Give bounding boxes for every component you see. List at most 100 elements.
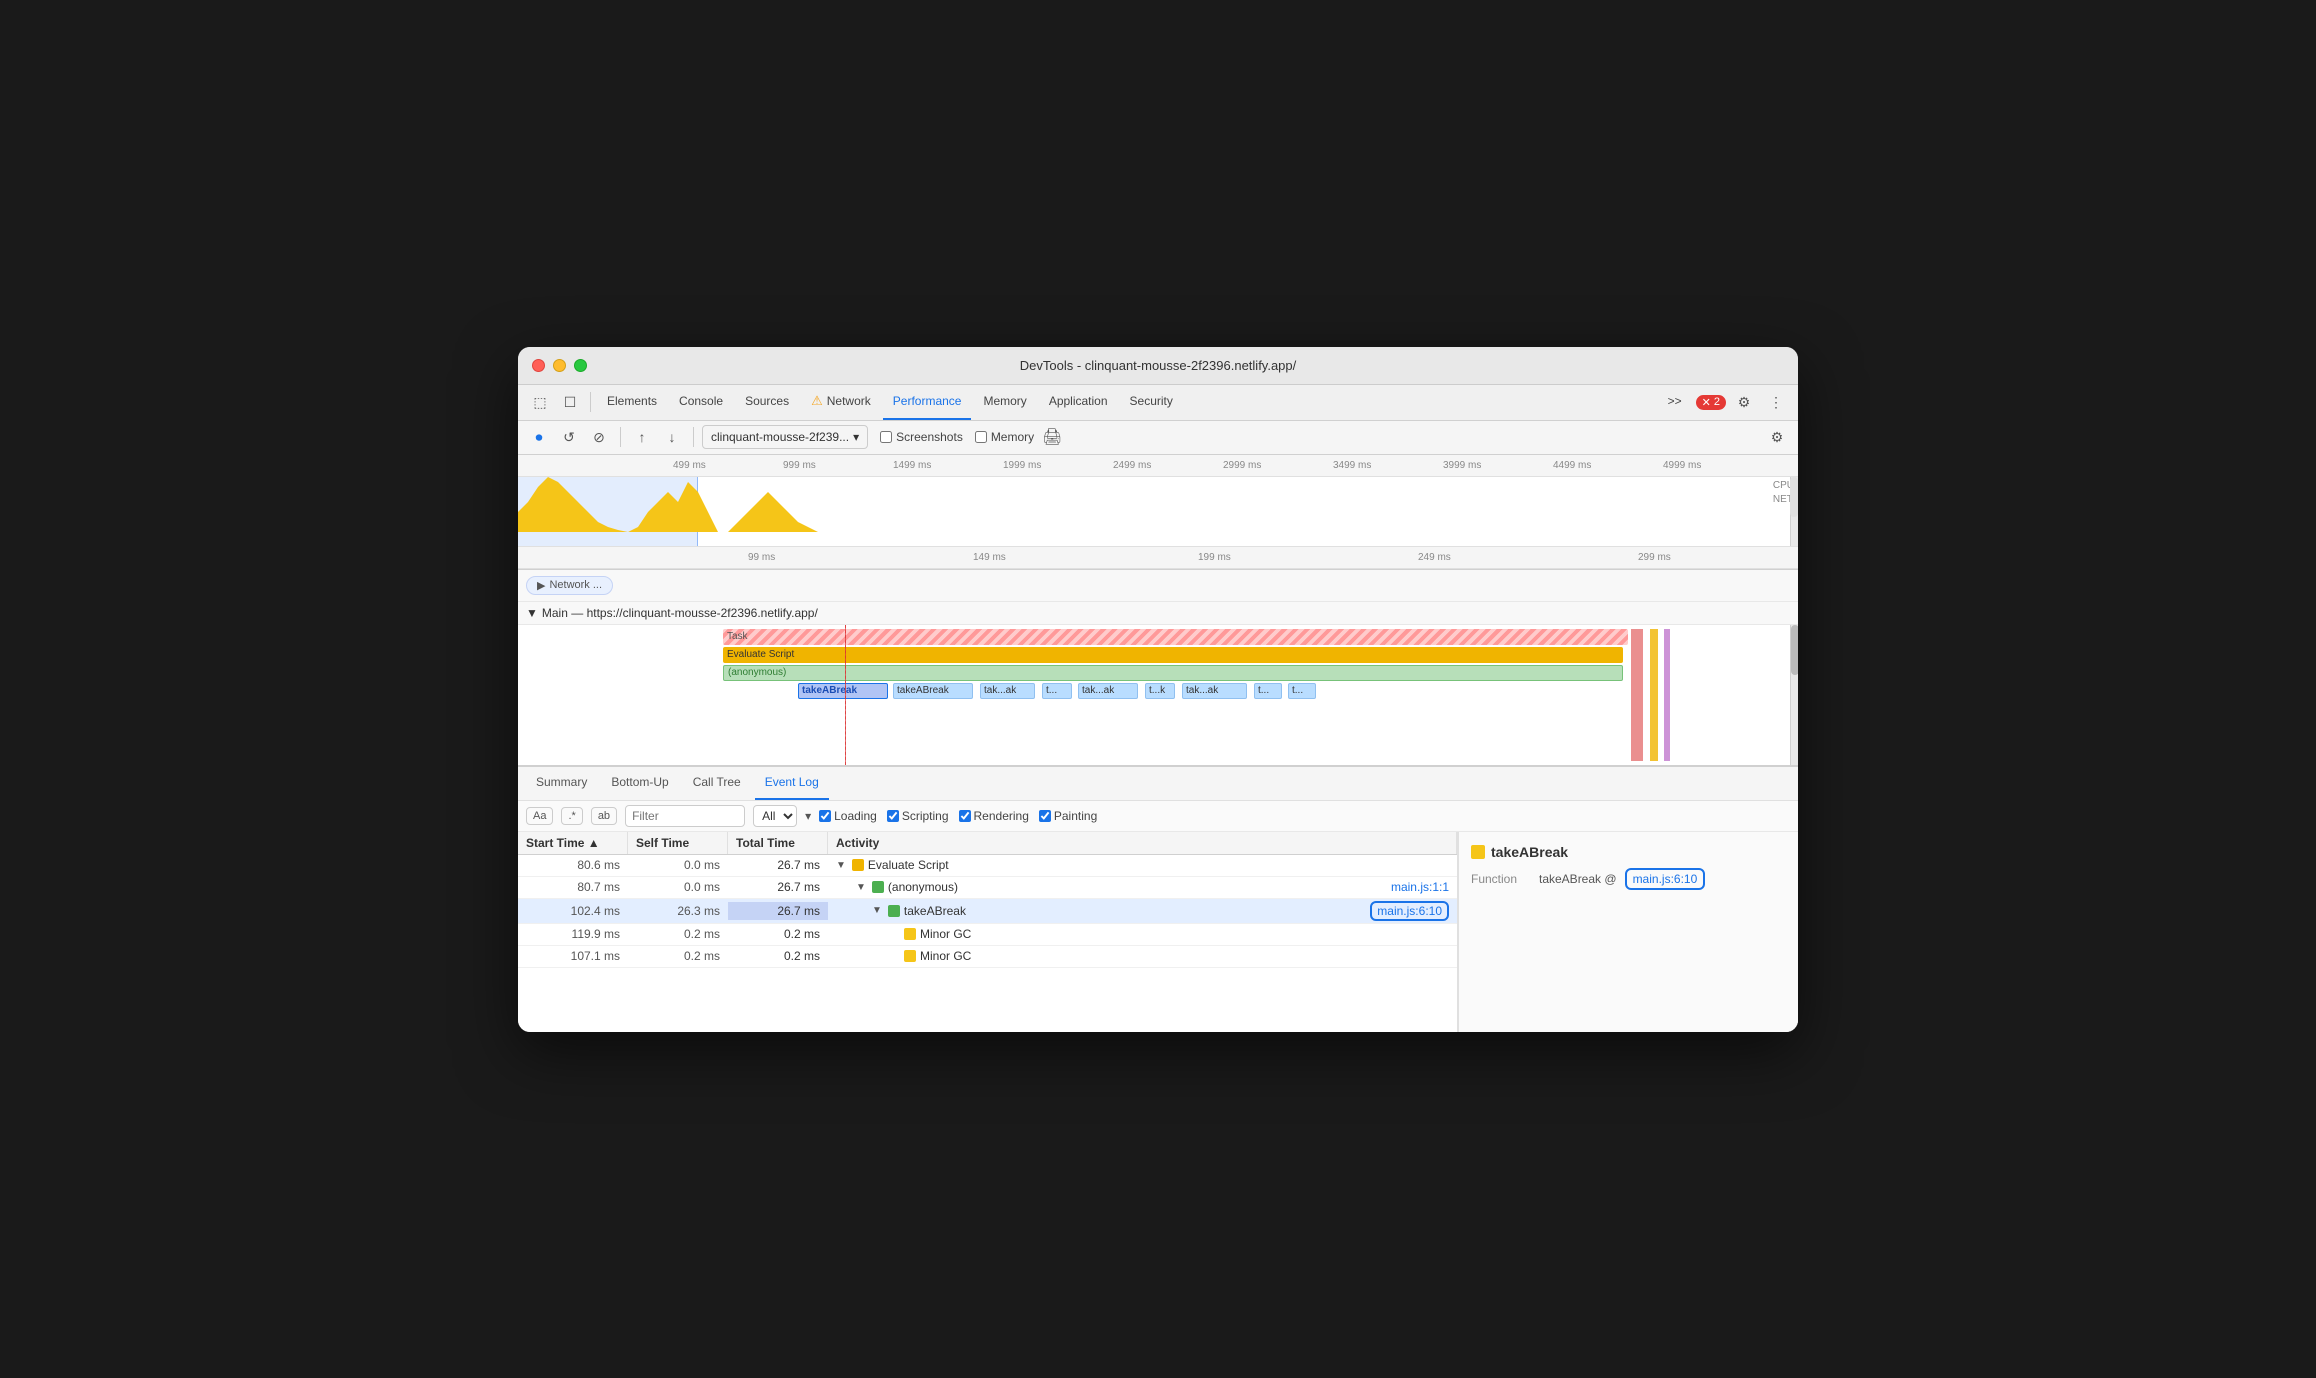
warning-icon: ⚠ — [811, 393, 823, 409]
settings-icon[interactable]: ⚙ — [1730, 388, 1758, 416]
category-chevron-icon[interactable]: ▾ — [805, 809, 811, 823]
scripting-check[interactable]: Scripting — [887, 809, 949, 823]
activity-link-1[interactable]: main.js:1:1 — [1391, 880, 1449, 894]
th-activity[interactable]: Activity — [828, 832, 1457, 854]
tab-bottom-up[interactable]: Bottom-Up — [601, 766, 678, 800]
th-total-time[interactable]: Total Time — [728, 832, 828, 854]
take-a-break-bar-5[interactable]: t...k — [1145, 683, 1175, 699]
activity-text-1: (anonymous) — [888, 880, 958, 894]
tab-sources[interactable]: Sources — [735, 384, 799, 420]
tick-4499: 4499 ms — [1553, 460, 1591, 471]
loading-check[interactable]: Loading — [819, 809, 877, 823]
rendering-check[interactable]: Rendering — [959, 809, 1029, 823]
anonymous-bar[interactable]: (anonymous) — [723, 665, 1623, 681]
performance-toolbar: ⏺ ↺ ⊘ ↑ ↓ clinquant-mousse-2f239... ▾ Sc… — [518, 421, 1798, 455]
screenshots-checkbox-label[interactable]: Screenshots — [880, 430, 963, 444]
tab-bar-label-7: t... — [1258, 685, 1269, 696]
take-a-break-bar-8[interactable]: t... — [1288, 683, 1316, 699]
tabs-right-group: >> ✕ 2 ⚙ ⋮ — [1658, 384, 1790, 420]
maximize-button[interactable] — [574, 359, 587, 372]
task-bar[interactable]: Task — [723, 629, 1628, 645]
td-total-0: 26.7 ms — [728, 856, 828, 874]
tab-elements[interactable]: Elements — [597, 384, 667, 420]
tab-security[interactable]: Security — [1120, 384, 1183, 420]
painting-checkbox[interactable] — [1039, 810, 1051, 822]
filter-input[interactable] — [625, 805, 745, 827]
tab-network[interactable]: ⚠ Network — [801, 384, 881, 420]
expand-icon-0[interactable]: ▼ — [836, 860, 846, 871]
more-options-icon[interactable]: ⋮ — [1762, 388, 1790, 416]
overview-scrollbar[interactable] — [1790, 477, 1798, 546]
tab-bar-label-0: takeABreak — [802, 685, 857, 696]
minimize-button[interactable] — [553, 359, 566, 372]
download-button[interactable]: ↓ — [659, 424, 685, 450]
clear-button[interactable]: ⊘ — [586, 424, 612, 450]
error-count: 2 — [1714, 396, 1720, 408]
expand-icon-1[interactable]: ▼ — [856, 882, 866, 893]
tab-call-tree[interactable]: Call Tree — [683, 766, 751, 800]
timeline-overview[interactable]: CPU NET — [518, 477, 1798, 547]
rendering-checkbox[interactable] — [959, 810, 971, 822]
table-row[interactable]: 80.6 ms 0.0 ms 26.7 ms ▼ Evaluate Script — [518, 855, 1457, 877]
tab-performance[interactable]: Performance — [883, 384, 972, 420]
aa-filter-btn[interactable]: Aa — [526, 807, 553, 825]
flame-scrollbar[interactable] — [1790, 625, 1798, 765]
toolbar-sep-2 — [693, 427, 694, 447]
main-expand-icon: ▼ — [526, 606, 538, 620]
network-pill[interactable]: ▶ Network ... — [526, 576, 613, 595]
url-select[interactable]: clinquant-mousse-2f239... ▾ — [702, 425, 868, 449]
memory-checkbox-label[interactable]: Memory — [975, 430, 1034, 444]
painting-check[interactable]: Painting — [1039, 809, 1097, 823]
window-title: DevTools - clinquant-mousse-2f2396.netli… — [1020, 358, 1297, 373]
table-row[interactable]: 107.1 ms 0.2 ms 0.2 ms Minor GC — [518, 946, 1457, 968]
td-self-2: 26.3 ms — [628, 902, 728, 920]
table-row[interactable]: 119.9 ms 0.2 ms 0.2 ms Minor GC — [518, 924, 1457, 946]
th-self-time[interactable]: Self Time — [628, 832, 728, 854]
th-start-time[interactable]: Start Time ▲ — [518, 832, 628, 854]
record-button[interactable]: ⏺ — [526, 424, 552, 450]
activity-link-2[interactable]: main.js:6:10 — [1370, 901, 1449, 921]
take-a-break-bar-selected[interactable]: takeABreak — [798, 683, 888, 699]
take-a-break-bar-6[interactable]: tak...ak — [1182, 683, 1247, 699]
device-icon[interactable]: ☐ — [556, 388, 584, 416]
tab-event-log[interactable]: Event Log — [755, 766, 829, 800]
bottom-tabs: Summary Bottom-Up Call Tree Event Log — [518, 767, 1798, 801]
reload-button[interactable]: ↺ — [556, 424, 582, 450]
scripting-label: Scripting — [902, 809, 949, 823]
table-row[interactable]: 80.7 ms 0.0 ms 26.7 ms ▼ (anonymous) mai… — [518, 877, 1457, 899]
flame-scrollbar-thumb[interactable] — [1791, 625, 1798, 675]
scripting-checkbox[interactable] — [887, 810, 899, 822]
timeline-section: 499 ms 999 ms 1499 ms 1999 ms 2499 ms 29… — [518, 455, 1798, 570]
take-a-break-bar-2[interactable]: tak...ak — [980, 683, 1035, 699]
tick-3499: 3499 ms — [1333, 460, 1371, 471]
tab-console[interactable]: Console — [669, 384, 733, 420]
inspect-icon[interactable]: ⬚ — [526, 388, 554, 416]
upload-button[interactable]: ↑ — [629, 424, 655, 450]
td-self-3: 0.2 ms — [628, 925, 728, 943]
perf-settings-icon[interactable]: ⚙ — [1764, 424, 1790, 450]
tab-summary[interactable]: Summary — [526, 766, 597, 800]
memory-checkbox[interactable] — [975, 431, 987, 443]
close-button[interactable] — [532, 359, 545, 372]
capture-settings-icon[interactable]: 🖨 — [1042, 427, 1062, 447]
tab-memory[interactable]: Memory — [973, 384, 1036, 420]
loading-checkbox[interactable] — [819, 810, 831, 822]
screenshots-checkbox[interactable] — [880, 431, 892, 443]
table-row-selected[interactable]: 102.4 ms 26.3 ms 26.7 ms ▼ takeABreak ma… — [518, 899, 1457, 924]
color-dot-0 — [852, 859, 864, 871]
case-filter-btn[interactable]: ab — [591, 807, 617, 825]
regex-filter-btn[interactable]: .* — [561, 807, 582, 825]
overview-scrollbar-thumb[interactable] — [1790, 477, 1798, 517]
td-activity-2: ▼ takeABreak main.js:6:10 — [828, 899, 1457, 923]
take-a-break-bar-1[interactable]: takeABreak — [893, 683, 973, 699]
detail-function-link[interactable]: main.js:6:10 — [1625, 868, 1706, 890]
expand-icon-2[interactable]: ▼ — [872, 905, 882, 916]
detail-function-row: Function takeABreak @ main.js:6:10 — [1471, 868, 1786, 890]
evaluate-script-bar[interactable]: Evaluate Script — [723, 647, 1623, 663]
more-tabs-button[interactable]: >> — [1658, 384, 1692, 420]
take-a-break-bar-7[interactable]: t... — [1254, 683, 1282, 699]
tab-application[interactable]: Application — [1039, 384, 1118, 420]
take-a-break-bar-3[interactable]: t... — [1042, 683, 1072, 699]
category-select[interactable]: All — [753, 805, 797, 827]
take-a-break-bar-4[interactable]: tak...ak — [1078, 683, 1138, 699]
